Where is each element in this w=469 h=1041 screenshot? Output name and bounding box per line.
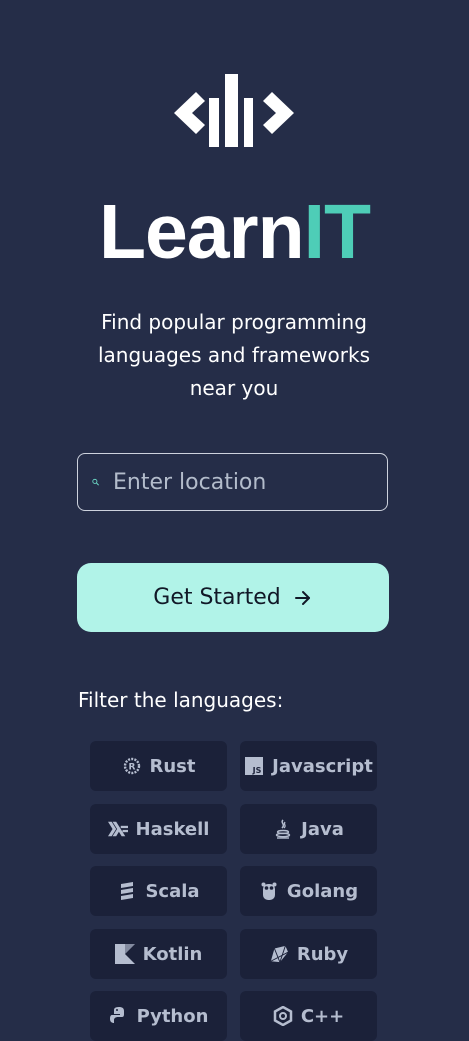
arrow-right-icon [294, 590, 310, 605]
filter-heading: Filter the languages: [78, 688, 284, 712]
ruby-icon [269, 944, 289, 964]
location-input[interactable] [113, 462, 387, 502]
filter-chip-java[interactable]: Java [240, 804, 377, 854]
filter-chip-javascript[interactable]: JS Javascript [240, 741, 377, 791]
kotlin-icon [114, 944, 135, 964]
svg-text:JS: JS [252, 766, 262, 775]
get-started-button[interactable]: Get Started [77, 563, 389, 632]
location-search[interactable] [77, 453, 388, 511]
filter-chip-rust[interactable]: R Rust [90, 741, 227, 791]
chip-label: C++ [300, 1005, 345, 1027]
chip-label: Haskell [135, 818, 210, 840]
brand-name-primary: Learn [98, 189, 305, 275]
filter-chip-scala[interactable]: Scala [90, 866, 227, 916]
python-icon [109, 1006, 129, 1026]
landing-page: LearnIT Find popular programming languag… [0, 0, 469, 1041]
chip-label: Rust [149, 755, 196, 777]
logo-icon [174, 74, 294, 147]
golang-icon [259, 881, 279, 901]
get-started-label: Get Started [153, 585, 281, 610]
scala-icon [117, 881, 137, 901]
chip-label: Javascript [272, 755, 373, 777]
filter-chip-cpp[interactable]: C++ [240, 991, 377, 1041]
filter-chip-kotlin[interactable]: Kotlin [90, 929, 227, 979]
chip-label: Ruby [296, 943, 349, 965]
brand-wordmark: LearnIT [0, 186, 469, 278]
chip-label: Scala [145, 880, 200, 902]
search-icon [92, 478, 99, 486]
javascript-icon: JS [244, 756, 264, 776]
filter-chip-haskell[interactable]: Haskell [90, 804, 227, 854]
rust-icon: R [122, 756, 142, 776]
chip-label: Golang [286, 880, 359, 902]
filter-chip-golang[interactable]: Golang [240, 866, 377, 916]
brand-name-accent: IT [303, 189, 371, 275]
chip-label: Java [301, 818, 344, 840]
java-icon [273, 819, 293, 839]
cpp-icon [273, 1006, 293, 1026]
tagline: Find popular programming languages and f… [97, 310, 370, 400]
chip-label: Kotlin [142, 943, 203, 965]
filter-chip-python[interactable]: Python [90, 991, 227, 1041]
filter-chip-ruby[interactable]: Ruby [240, 929, 377, 979]
chip-label: Python [136, 1005, 209, 1027]
haskell-icon [107, 819, 128, 839]
svg-text:R: R [128, 763, 135, 773]
